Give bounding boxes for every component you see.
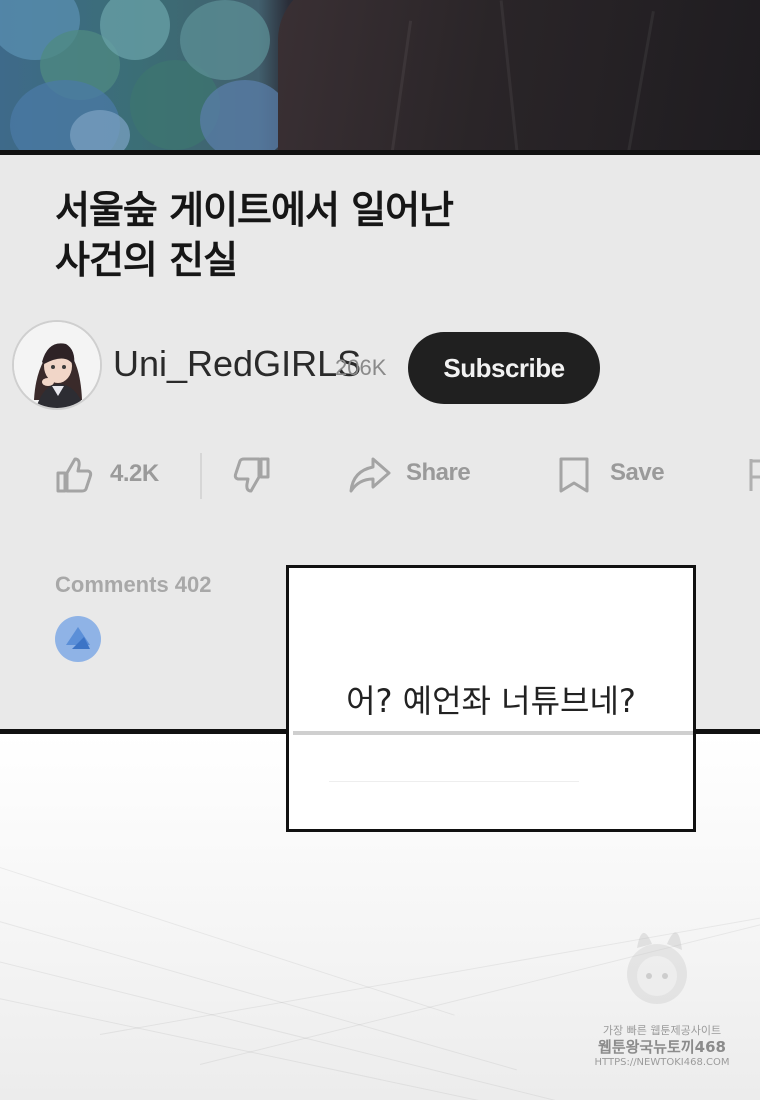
watermark-line-2: 웹툰왕국뉴토끼468	[598, 1038, 726, 1056]
report-button[interactable]	[746, 445, 760, 505]
watermark-line-3: HTTPS://NEWTOKI468.COM	[594, 1057, 730, 1068]
speech-box-faint-line	[329, 781, 579, 782]
video-title-line-1: 서울숲 게이트에서 일어난	[55, 188, 454, 232]
top-artwork	[0, 0, 760, 150]
dislike-icon	[233, 457, 270, 493]
user-avatar-icon	[14, 322, 100, 408]
commenter-avatar-icon[interactable]	[54, 615, 102, 663]
coat-figure	[278, 0, 760, 150]
comments-count[interactable]: Comments 402	[55, 572, 212, 598]
watermark-mascot-icon	[627, 932, 687, 1004]
flag-icon	[749, 459, 760, 491]
video-title[interactable]: 서울숲 게이트에서 일어난 사건의 진실	[55, 185, 615, 285]
share-button[interactable]: Share	[345, 445, 495, 505]
action-bar: 4.2K Share Save	[0, 445, 760, 505]
subscribe-button[interactable]: Subscribe	[408, 332, 600, 404]
share-icon	[349, 457, 391, 493]
speech-box: 어? 예언좌 너튜브네?	[286, 565, 696, 832]
speech-box-panel-edge	[293, 731, 693, 735]
watermark: 가장 빠른 웹툰제공사이트 웹툰왕국뉴토끼468 HTTPS://NEWTOKI…	[592, 1024, 732, 1069]
like-icon	[56, 457, 93, 493]
like-count: 4.2K	[110, 460, 159, 487]
channel-avatar[interactable]	[12, 320, 102, 410]
speech-text: 어? 예언좌 너튜브네?	[346, 682, 636, 720]
watermark-line-1: 가장 빠른 웹툰제공사이트	[602, 1024, 722, 1037]
like-dislike-separator	[200, 453, 202, 499]
video-title-line-2: 사건의 진실	[55, 238, 238, 282]
save-button[interactable]: Save	[555, 445, 685, 505]
dislike-button[interactable]	[222, 445, 292, 505]
save-icon	[559, 457, 589, 493]
like-button[interactable]: 4.2K	[50, 445, 190, 505]
save-label: Save	[610, 459, 665, 486]
share-label: Share	[406, 459, 471, 486]
channel-name[interactable]: Uni_RedGIRLS	[113, 343, 361, 385]
subscriber-count: 206K	[335, 355, 387, 380]
